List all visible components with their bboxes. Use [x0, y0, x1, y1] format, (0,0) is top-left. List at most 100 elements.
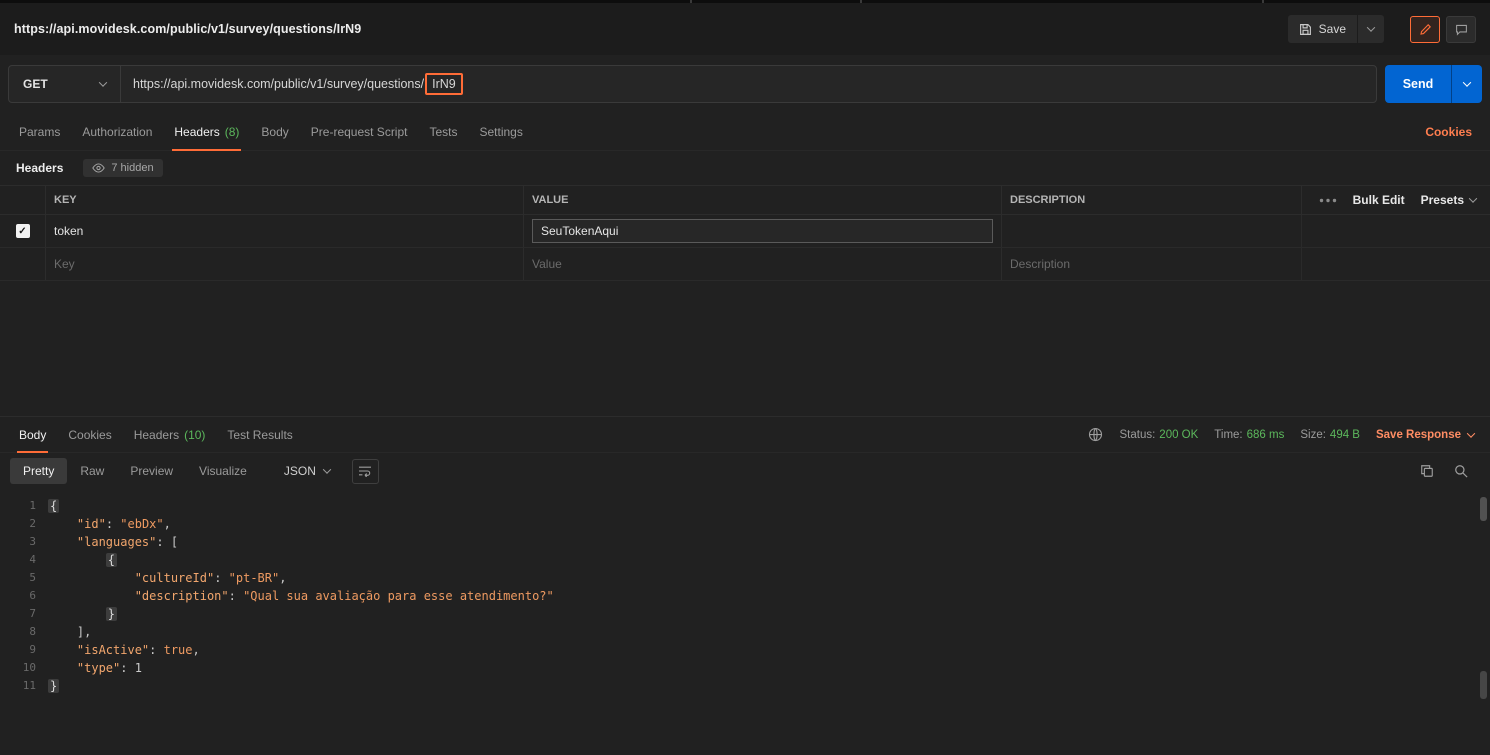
- time-value: 686 ms: [1246, 428, 1285, 441]
- response-tab-cookies[interactable]: Cookies: [57, 417, 122, 452]
- new-value-input[interactable]: Value: [523, 248, 1001, 280]
- request-title: https://api.movidesk.com/public/v1/surve…: [14, 22, 362, 36]
- code-line: 11}: [0, 677, 1490, 695]
- line-number: 9: [29, 643, 36, 656]
- response-headers-count-badge: (10): [184, 427, 206, 442]
- headers-section-title: Headers: [16, 161, 64, 175]
- send-options-button[interactable]: [1451, 65, 1482, 103]
- table-controls: Bulk Edit Presets: [1301, 186, 1490, 214]
- format-dropdown[interactable]: JSON: [274, 458, 340, 484]
- pencil-icon: [1419, 23, 1432, 36]
- edit-request-button[interactable]: [1410, 15, 1440, 43]
- view-tab-visualize[interactable]: Visualize: [186, 458, 260, 484]
- request-header-bar: https://api.movidesk.com/public/v1/surve…: [0, 3, 1490, 55]
- response-tab-test-results[interactable]: Test Results: [216, 417, 303, 452]
- bulk-edit-button[interactable]: Bulk Edit: [1353, 193, 1405, 207]
- tab-headers[interactable]: Headers (8): [163, 113, 250, 151]
- wrap-text-button[interactable]: [351, 458, 379, 484]
- new-key-input[interactable]: Key: [45, 248, 523, 280]
- scrollbar-thumb[interactable]: [1480, 497, 1487, 521]
- hidden-headers-label: 7 hidden: [111, 162, 154, 174]
- code-line: 9 "isActive": true,: [0, 641, 1490, 659]
- header-key-cell[interactable]: token: [45, 215, 523, 247]
- view-tab-preview[interactable]: Preview: [117, 458, 186, 484]
- response-view-toolbar: Pretty Raw Preview Visualize JSON: [0, 453, 1490, 489]
- comments-button[interactable]: [1446, 15, 1476, 43]
- code-line: 8 ],: [0, 623, 1490, 641]
- cookies-link[interactable]: Cookies: [1425, 125, 1482, 139]
- tab-pre-request-script[interactable]: Pre-request Script: [300, 113, 419, 150]
- key-column-header: KEY: [45, 186, 523, 214]
- line-number: 6: [29, 589, 36, 602]
- tab-body[interactable]: Body: [250, 113, 299, 150]
- line-number: 1: [29, 499, 36, 512]
- save-button-group: Save: [1287, 15, 1384, 43]
- chevron-down-icon: [1462, 78, 1472, 87]
- hidden-headers-toggle[interactable]: 7 hidden: [83, 159, 163, 177]
- tab-tests[interactable]: Tests: [418, 113, 468, 150]
- chevron-down-icon: [98, 78, 108, 87]
- code-line: 4 {: [0, 551, 1490, 569]
- chevron-down-icon: [1466, 428, 1476, 438]
- value-editor-input[interactable]: SeuTokenAqui: [532, 219, 993, 243]
- wrap-text-icon: [358, 465, 372, 477]
- postman-window: https://api.movidesk.com/public/v1/surve…: [0, 0, 1490, 755]
- tab-separator: [860, 0, 862, 3]
- response-tab-headers[interactable]: Headers (10): [123, 417, 217, 452]
- chevron-down-icon: [1468, 194, 1478, 203]
- headers-table: KEY VALUE DESCRIPTION Bulk Edit Presets …: [0, 185, 1490, 281]
- line-number: 7: [29, 607, 36, 620]
- save-response-button[interactable]: Save Response: [1376, 428, 1476, 441]
- search-icon[interactable]: [1454, 464, 1468, 478]
- save-options-button[interactable]: [1357, 15, 1384, 43]
- code-line: 6 "description": "Qual sua avaliação par…: [0, 587, 1490, 605]
- copy-icon[interactable]: [1420, 464, 1434, 478]
- view-tab-pretty[interactable]: Pretty: [10, 458, 68, 484]
- comment-icon: [1455, 23, 1468, 36]
- headers-subheader: Headers 7 hidden: [0, 151, 1490, 185]
- method-select[interactable]: GET: [9, 66, 121, 102]
- response-tabs: Body Cookies Headers (10) Test Results S…: [0, 417, 1490, 453]
- tab-settings[interactable]: Settings: [469, 113, 534, 150]
- table-row: token SeuTokenAqui: [0, 215, 1490, 248]
- eye-icon: [92, 163, 106, 173]
- line-number: 2: [29, 517, 36, 530]
- tab-separator: [690, 0, 692, 3]
- scrollbar[interactable]: [1480, 495, 1487, 749]
- scrollbar-thumb[interactable]: [1480, 671, 1487, 699]
- send-button[interactable]: Send: [1385, 65, 1451, 103]
- response-code: 1{2 "id": "ebDx", 3 "languages": [4 {5 "c…: [0, 497, 1490, 695]
- save-button[interactable]: Save: [1288, 15, 1357, 43]
- line-number: 8: [29, 625, 36, 638]
- response-tab-body[interactable]: Body: [8, 417, 57, 453]
- size-badge: Size: 494 B: [1300, 428, 1360, 441]
- url-box: GET https://api.movidesk.com/public/v1/s…: [8, 65, 1377, 103]
- presets-dropdown[interactable]: Presets: [1421, 193, 1478, 207]
- time-badge: Time: 686 ms: [1214, 428, 1285, 441]
- header-description-cell[interactable]: [1001, 215, 1301, 247]
- code-line: 5 "cultureId": "pt-BR",: [0, 569, 1490, 587]
- floppy-icon: [1299, 23, 1312, 36]
- url-input[interactable]: https://api.movidesk.com/public/v1/surve…: [121, 66, 1376, 102]
- code-line: 1{: [0, 497, 1490, 515]
- row-enabled-checkbox[interactable]: [15, 224, 30, 238]
- tab-separator: [1262, 0, 1264, 3]
- description-column-header: DESCRIPTION: [1001, 186, 1301, 214]
- globe-icon[interactable]: [1088, 427, 1103, 442]
- tab-params[interactable]: Params: [8, 113, 71, 150]
- tab-authorization[interactable]: Authorization: [71, 113, 163, 150]
- new-description-input[interactable]: Description: [1001, 248, 1301, 280]
- table-row-new: Key Value Description: [0, 248, 1490, 281]
- status-badge: Status: 200 OK: [1119, 428, 1199, 441]
- checkbox-column-header: [0, 186, 45, 214]
- save-button-label: Save: [1318, 22, 1346, 36]
- response-panel: Body Cookies Headers (10) Test Results S…: [0, 416, 1490, 755]
- response-body-viewer[interactable]: 1{2 "id": "ebDx", 3 "languages": [4 {5 "c…: [0, 489, 1490, 755]
- line-number: 10: [22, 661, 36, 674]
- header-value-cell[interactable]: SeuTokenAqui: [523, 215, 1001, 247]
- chevron-down-icon: [1366, 23, 1376, 32]
- view-tab-raw[interactable]: Raw: [67, 458, 117, 484]
- status-value: 200 OK: [1159, 428, 1199, 441]
- request-url-row: GET https://api.movidesk.com/public/v1/s…: [0, 55, 1490, 113]
- more-dots-icon[interactable]: [1319, 198, 1337, 203]
